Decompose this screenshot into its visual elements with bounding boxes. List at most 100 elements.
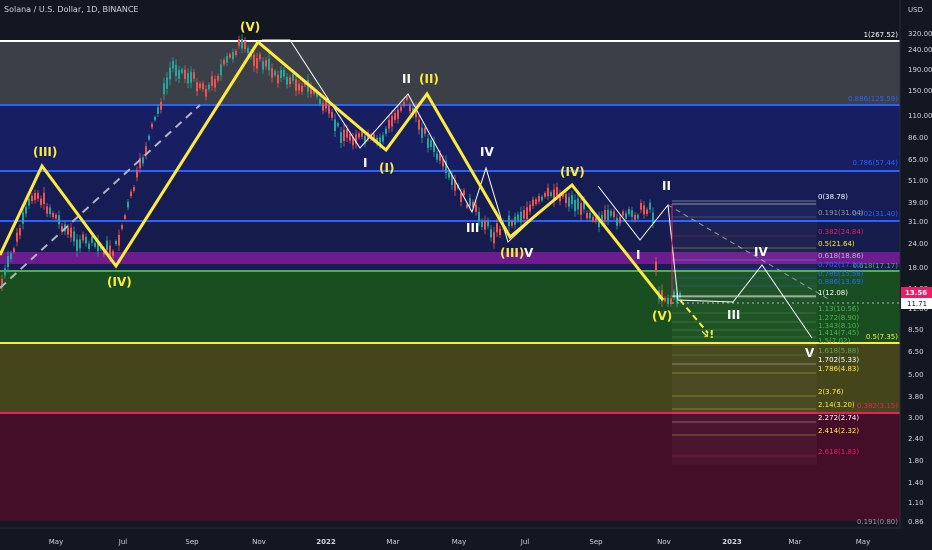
- fib-projection-label: 0(38.78): [818, 193, 848, 201]
- candle-body: [34, 193, 36, 201]
- time-tick-label: Nov: [252, 538, 266, 546]
- candle-body: [226, 56, 228, 63]
- time-tick-label: Jul: [118, 538, 128, 546]
- candle-body: [163, 83, 165, 95]
- candle-body: [487, 220, 489, 227]
- candle-body: [67, 227, 69, 235]
- candle-body: [262, 61, 264, 70]
- fib-projection-label: 1.702(5.33): [818, 356, 859, 364]
- wave-label-w-v-a: V: [524, 246, 534, 260]
- candle-body: [190, 71, 192, 83]
- candle-body: [565, 194, 567, 204]
- candle-body: [37, 192, 39, 199]
- candle-body: [193, 72, 195, 79]
- candle-body: [133, 186, 135, 191]
- wave-label-y-iv-a: (IV): [107, 275, 132, 289]
- price-tick-label: 190.00: [908, 66, 932, 74]
- candle-body: [616, 217, 618, 226]
- candle-body: [331, 111, 333, 118]
- time-tick-label: Nov: [657, 538, 671, 546]
- wave-label-y-i: (I): [379, 161, 394, 175]
- candle-body: [649, 202, 651, 210]
- candle-body: [160, 102, 162, 110]
- candle-body: [169, 67, 171, 80]
- candle-body: [85, 236, 87, 244]
- candle-body: [259, 54, 261, 60]
- time-tick-label: Sep: [589, 538, 603, 546]
- chart-title: Solana / U.S. Dollar, 1D, BINANCE: [4, 5, 138, 14]
- wave-label-y-v-a: (V): [240, 20, 260, 34]
- candle-body: [550, 192, 552, 196]
- candle-body: [91, 236, 93, 243]
- time-tick-label: May: [856, 538, 870, 546]
- candle-body: [121, 225, 123, 229]
- candle-body: [265, 60, 267, 67]
- time-tick-label: Mar: [788, 538, 801, 546]
- fib-projection-label: 0.618(18.86): [818, 252, 864, 260]
- candle-body: [544, 193, 546, 197]
- price-tick-label: 24.00: [908, 240, 928, 248]
- candle-body: [430, 140, 432, 147]
- fib-right-label: 0.382(3.15): [857, 402, 898, 410]
- time-tick-label: May: [452, 538, 466, 546]
- wave-label-y-iii-b: (III): [500, 246, 524, 260]
- candle-body: [280, 70, 282, 79]
- price-tick-label: 110.00: [908, 112, 932, 120]
- price-tick-label: 1.40: [908, 479, 924, 487]
- candle-body: [613, 211, 615, 218]
- fib-projection-label: 1.786(4.83): [818, 365, 859, 373]
- candle-body: [10, 253, 12, 259]
- candle-body: [634, 214, 636, 220]
- candle-body: [247, 47, 249, 53]
- candle-body: [148, 135, 150, 140]
- candle-body: [631, 210, 633, 217]
- candle-body: [28, 198, 30, 206]
- wave-label-w-i-a: I: [363, 156, 367, 170]
- candle-body: [424, 128, 426, 134]
- candle-body: [322, 103, 324, 111]
- candle-body: [241, 38, 243, 49]
- candle-body: [607, 209, 609, 221]
- price-tick-label: 3.00: [908, 414, 924, 422]
- candle-body: [79, 239, 81, 249]
- wave-label-w-v-b: V: [805, 346, 815, 360]
- price-tick-label: 18.00: [908, 264, 928, 272]
- candle-body: [136, 170, 138, 178]
- fib-projection-label: 0.886(13.69): [818, 278, 864, 286]
- candle-body: [229, 54, 231, 58]
- price-axis-panel: [900, 0, 932, 550]
- candle-body: [238, 39, 240, 46]
- fib-projection-label: 2.414(2.32): [818, 427, 859, 435]
- candle-body: [523, 210, 525, 219]
- candle-body: [496, 223, 498, 233]
- time-tick-label: Sep: [185, 538, 199, 546]
- zone-top-grey: [0, 41, 900, 105]
- candle-body: [547, 187, 549, 197]
- cross-price-label: 11.71: [907, 300, 927, 308]
- candle-body: [157, 107, 159, 114]
- candle-body: [436, 153, 438, 160]
- candle-body: [397, 109, 399, 119]
- candle-body: [40, 198, 42, 205]
- fib-projection-label: 0.786(15.58): [818, 270, 864, 278]
- candle-body: [253, 54, 255, 67]
- candle-body: [667, 297, 669, 304]
- candle-body: [664, 297, 666, 302]
- candle-body: [52, 212, 54, 218]
- wave-label-y-ii: (II): [419, 72, 439, 86]
- candle-body: [394, 113, 396, 120]
- wave-label-y-v-b: (V): [652, 309, 672, 323]
- candle-body: [172, 60, 174, 69]
- candle-body: [166, 77, 168, 89]
- candle-body: [127, 201, 129, 208]
- candle-body: [115, 241, 117, 245]
- candle-body: [358, 133, 360, 138]
- candle-body: [106, 240, 108, 250]
- candle-body: [568, 197, 570, 207]
- candle-body: [43, 192, 45, 205]
- fib-right-label: 1(267.52): [864, 31, 899, 39]
- candle-body: [610, 210, 612, 216]
- price-tick-label: 31.00: [908, 218, 928, 226]
- candle-body: [202, 83, 204, 90]
- candle-body: [493, 232, 495, 244]
